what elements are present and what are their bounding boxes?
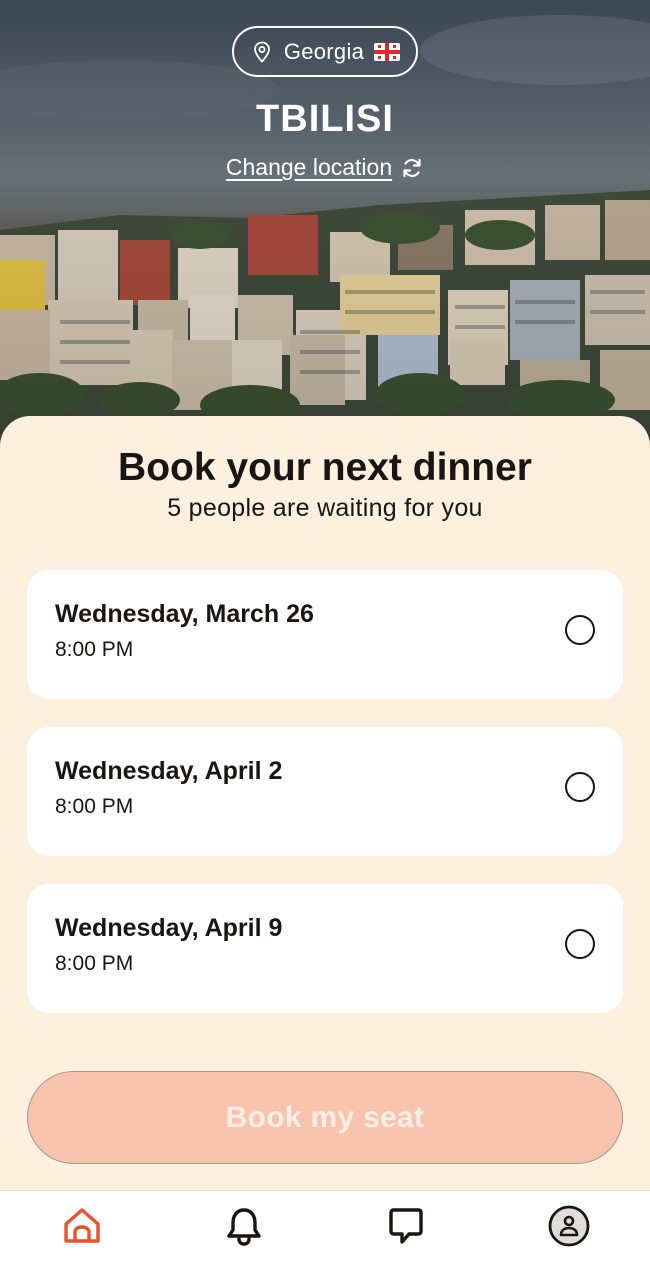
tab-home[interactable] (59, 1203, 105, 1249)
tab-messages[interactable] (383, 1203, 429, 1249)
country-name: Georgia (283, 38, 365, 64)
dinner-slot-option[interactable]: Wednesday, March 26 8:00 PM (27, 570, 623, 699)
home-icon[interactable] (61, 1205, 103, 1247)
slot-radio-button[interactable] (565, 929, 595, 959)
bell-icon[interactable] (223, 1205, 265, 1247)
country-selector[interactable]: Georgia (232, 26, 418, 77)
slot-radio-button[interactable] (565, 615, 595, 645)
booking-subtitle: 5 people are waiting for you (167, 494, 483, 522)
slot-date: Wednesday, April 2 (55, 757, 283, 785)
tab-notifications[interactable] (221, 1203, 267, 1249)
profile-icon[interactable] (548, 1205, 590, 1247)
dinner-slot-option[interactable]: Wednesday, April 9 8:00 PM (27, 884, 623, 1013)
slot-radio-button[interactable] (565, 772, 595, 802)
dinner-slot-option[interactable]: Wednesday, April 2 8:00 PM (27, 727, 623, 856)
slot-time: 8:00 PM (55, 952, 134, 975)
tab-profile[interactable] (546, 1203, 592, 1249)
city-title: TBILISI (256, 98, 394, 140)
booking-title: Book your next dinner (118, 446, 532, 489)
slot-date: Wednesday, March 26 (55, 600, 314, 628)
slot-time: 8:00 PM (55, 638, 134, 661)
georgia-flag-icon (374, 42, 401, 61)
booking-sheet: Book your next dinner 5 people are waiti… (0, 416, 650, 1190)
chat-icon[interactable] (385, 1205, 427, 1247)
location-pin-icon (253, 41, 270, 63)
change-location-link[interactable]: Change location (0, 154, 650, 181)
book-seat-button[interactable]: Book my seat (27, 1071, 623, 1164)
change-location-label[interactable]: Change location (226, 154, 392, 181)
slot-time: 8:00 PM (55, 795, 134, 818)
slot-date: Wednesday, April 9 (55, 914, 283, 942)
bottom-tab-bar (0, 1190, 650, 1280)
refresh-icon[interactable] (400, 156, 424, 180)
